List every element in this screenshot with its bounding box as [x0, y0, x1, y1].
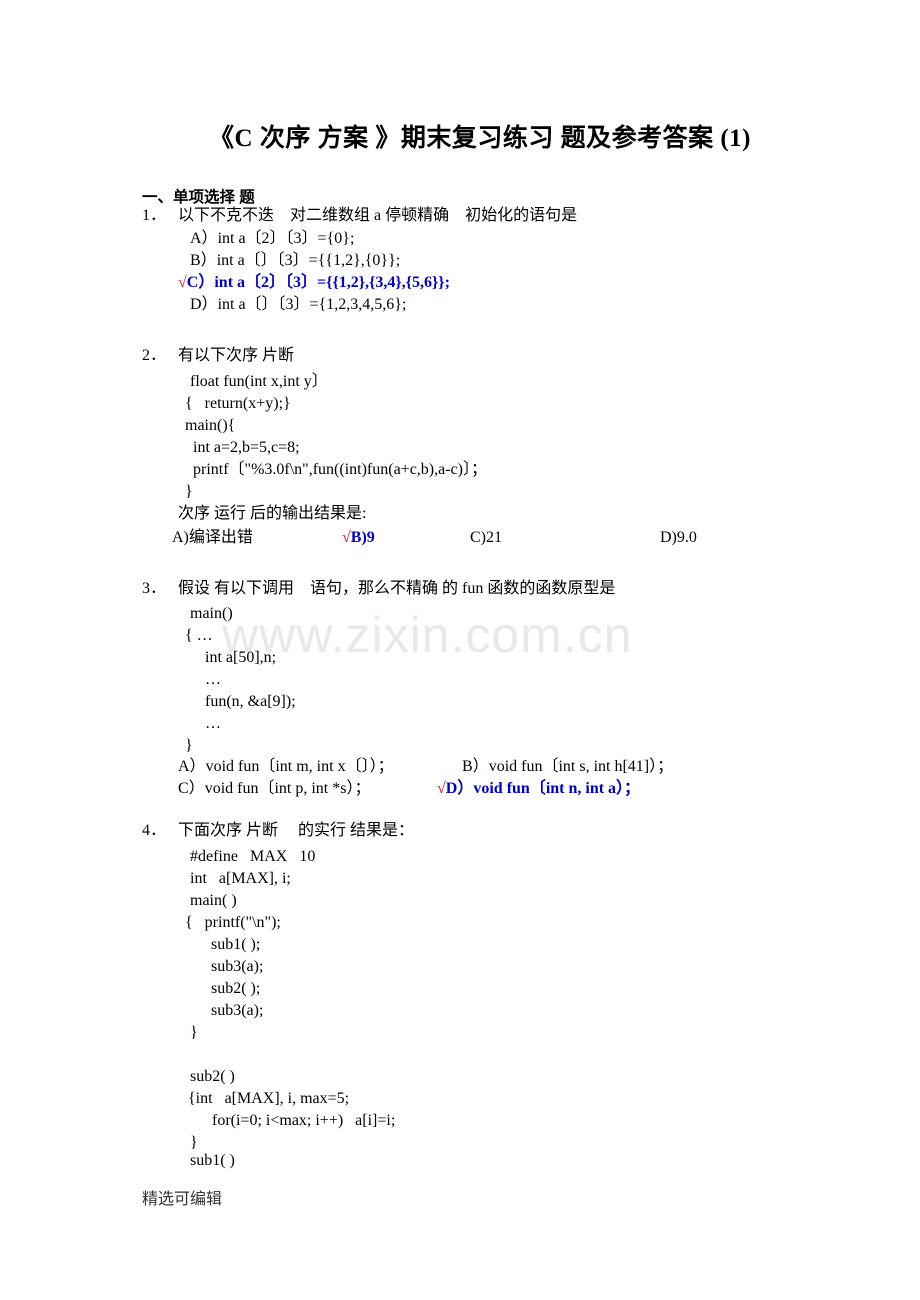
question-1-option-b[interactable]: B）int a〔〕〔3〕={{1,2},{0}}; [190, 250, 400, 271]
option-text: void fun〔int m, int x〔〕）； [205, 758, 394, 775]
question-3-option-d[interactable]: √D）void fun〔int n, int a）； [437, 778, 640, 799]
option-label: C） [178, 780, 205, 797]
question-3-option-c[interactable]: C）void fun〔int p, int *s）； [178, 778, 370, 799]
question-2-code-line: main(){ [185, 417, 236, 434]
option-label: A） [178, 758, 206, 775]
correct-check-icon: √ [342, 529, 351, 546]
page-footer: 精选可编辑 [142, 1191, 223, 1208]
document-page: www.zixin.com.cn 《C 次序 方案 》期末复习练习 题及参考答案… [0, 0, 920, 1300]
option-label: D） [445, 780, 474, 797]
question-3-code-line: … [185, 671, 221, 688]
option-text: int a〔2〕〔3〕={0}; [217, 230, 355, 247]
question-4-code-line: sub1( ) [190, 1152, 235, 1169]
question-1-stem: 以下不克不迭 对二维数组 a 停顿精确 初始化的语句是 [178, 207, 578, 224]
question-4-code-line: main( ) [190, 892, 237, 909]
page-title: 《C 次序 方案 》期末复习练习 题及参考答案 (1) [209, 125, 751, 152]
question-1-option-a[interactable]: A）int a〔2〕〔3〕={0}; [190, 228, 354, 249]
question-3-code-line: int a[50],n; [185, 649, 277, 666]
option-label: D） [190, 296, 218, 313]
question-2-code-line: float fun(int x,int y〕 [190, 373, 328, 390]
option-text: void fun〔int n, int a）； [473, 780, 641, 797]
question-2-prompt: 次序 运行 后的输出结果是: [178, 505, 367, 522]
option-text: 21 [486, 529, 502, 546]
option-text: 9.0 [676, 529, 697, 546]
question-4-code-line: sub2( ) [190, 1068, 235, 1085]
question-4-code-line: {int a[MAX], i, max=5; [188, 1090, 350, 1107]
question-4-code-line: sub2( ); [195, 980, 261, 997]
option-text: int a〔2〕〔3〕={{1,2},{3,4},{5,6}}; [214, 274, 450, 291]
option-label: A) [172, 529, 189, 546]
option-text: void fun〔int s, int h[41]）； [488, 758, 674, 775]
question-1-option-c[interactable]: √C）int a〔2〕〔3〕={{1,2},{3,4},{5,6}}; [178, 272, 450, 293]
question-2-option-c[interactable]: C)21 [470, 527, 502, 548]
question-3-option-b[interactable]: B）void fun〔int s, int h[41]）； [462, 756, 673, 777]
section-heading: 一、单项选择 题 [142, 189, 255, 206]
option-label: B) [350, 529, 367, 546]
question-4-code-line: int a[MAX], i; [190, 870, 291, 887]
question-3-code-line: { … [185, 627, 213, 644]
option-text: void fun〔int p, int *s）； [204, 780, 371, 797]
question-3-code-line: main() [190, 605, 233, 622]
question-4-code-line: for(i=0; i<max; i++) a[i]=i; [196, 1112, 396, 1129]
question-3-code-line: … [185, 715, 221, 732]
question-2-option-a[interactable]: A)编译出错 [172, 527, 253, 548]
option-label: C) [470, 529, 486, 546]
option-text: 9 [366, 529, 375, 546]
question-4-stem: 下面次序 片断 的实行 结果是： [178, 822, 415, 839]
question-2-code-line: int a=2,b=5,c=8; [185, 439, 300, 456]
question-4-code-line: sub1( ); [195, 936, 261, 953]
question-1-option-d[interactable]: D）int a〔〕〔3〕={1,2,3,4,5,6}; [190, 294, 406, 315]
option-text: int a〔〕〔3〕={{1,2},{0}}; [216, 252, 401, 269]
question-4-code-line: { printf("\n"); [185, 914, 281, 931]
question-2-code-line: printf〔"%3.0f\n",fun((int)fun(a+c,b),a-c… [185, 461, 487, 478]
question-2-stem: 有以下次序 片断 [178, 347, 295, 364]
question-2-option-b[interactable]: √B)9 [342, 527, 375, 548]
option-label: B） [190, 252, 217, 269]
correct-check-icon: √ [178, 274, 187, 291]
question-3-stem: 假设 有以下调用 语句，那么不精确 的 fun 函数的函数原型是 [178, 580, 616, 597]
question-2-code-line: { return(x+y);} [185, 395, 291, 412]
option-label: A） [190, 230, 218, 247]
question-3-code-line: } [185, 737, 193, 754]
question-4-code-line: } [190, 1024, 198, 1041]
option-text: int a〔〕〔3〕={1,2,3,4,5,6}; [217, 296, 407, 313]
watermark-text: www.zixin.com.cn [222, 607, 633, 663]
question-2-number: 2． [142, 347, 167, 364]
option-label: C） [186, 274, 215, 291]
question-2-code-line: } [185, 483, 193, 500]
question-4-code-line: sub3(a); [195, 958, 264, 975]
question-1-number: 1． [142, 207, 167, 224]
question-3-number: 3． [142, 580, 167, 597]
option-label: D) [660, 529, 677, 546]
question-4-code-line: #define MAX 10 [190, 848, 316, 865]
option-text: 编译出错 [188, 529, 253, 546]
correct-check-icon: √ [437, 780, 446, 797]
question-4-number: 4． [142, 822, 167, 839]
question-3-option-a[interactable]: A）void fun〔int m, int x〔〕）； [178, 756, 394, 777]
question-3-code-line: fun(n, &a[9]); [185, 693, 296, 710]
option-label: B） [462, 758, 489, 775]
question-2-option-d[interactable]: D)9.0 [660, 527, 697, 548]
question-4-code-line: sub3(a); [195, 1002, 264, 1019]
